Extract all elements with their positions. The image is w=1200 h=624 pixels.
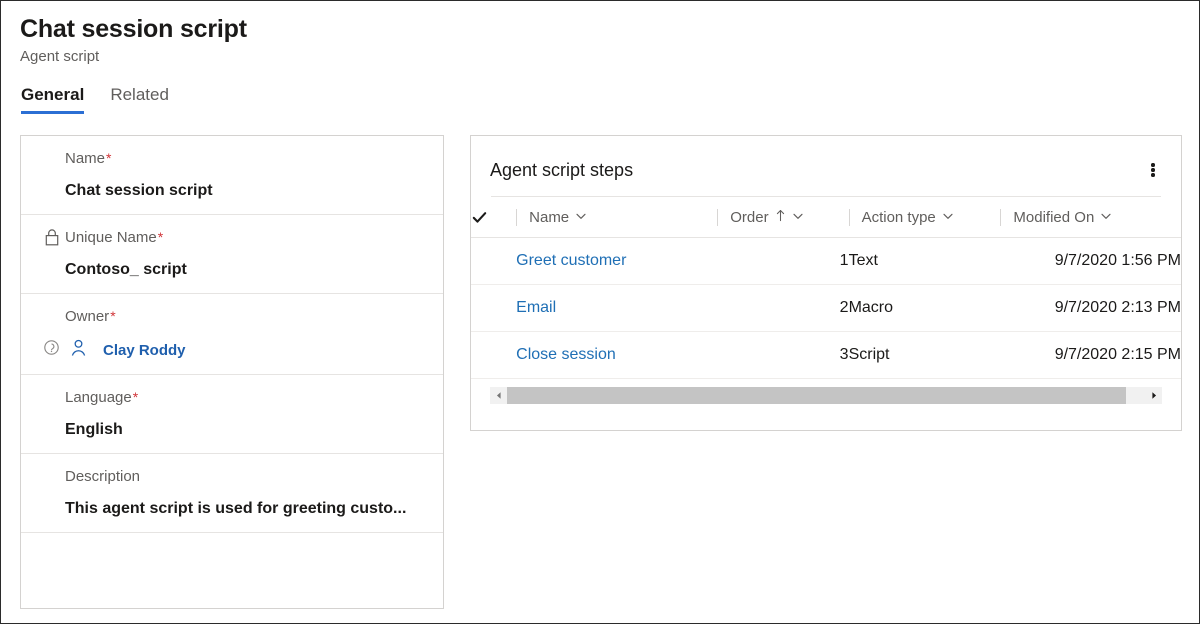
- column-header-action-type[interactable]: Action type: [849, 197, 1001, 238]
- tab-bar: General Related: [1, 68, 1199, 114]
- page-title: Chat session script: [20, 13, 1199, 45]
- tab-general[interactable]: General: [21, 85, 84, 114]
- row-name-cell[interactable]: Email: [516, 285, 717, 332]
- chevron-down-icon[interactable]: [942, 209, 954, 226]
- row-action-type-cell: Macro: [849, 285, 1001, 332]
- required-asterisk: *: [106, 148, 111, 169]
- recent-items-icon: [43, 339, 60, 361]
- row-modified-on-cell: 9/7/2020 2:15 PM: [1000, 332, 1181, 379]
- chevron-down-icon[interactable]: [1100, 209, 1112, 226]
- chevron-down-icon[interactable]: [792, 209, 804, 226]
- content-area: Name * Chat session script Unique Name *…: [1, 114, 1199, 609]
- field-name-label: Name *: [65, 148, 425, 169]
- column-header-modified-on[interactable]: Modified On: [1000, 197, 1181, 238]
- column-header-order-label: Order: [730, 209, 768, 226]
- general-form-panel: Name * Chat session script Unique Name *…: [20, 135, 444, 609]
- owner-value-row[interactable]: Clay Roddy: [43, 338, 425, 362]
- field-description-value[interactable]: This agent script is used for greeting c…: [65, 497, 425, 520]
- table-row[interactable]: Greet customer 1 Text 9/7/2020 1:56 PM: [471, 238, 1181, 285]
- table-row[interactable]: Close session 3 Script 9/7/2020 2:15 PM: [471, 332, 1181, 379]
- field-owner-label-text: Owner: [65, 306, 109, 327]
- scrollbar-thumb[interactable]: [507, 387, 1126, 404]
- grid-header: Agent script steps: [471, 136, 1181, 184]
- table-header-row: Name Order: [471, 197, 1181, 238]
- scroll-left-arrow-icon[interactable]: [490, 387, 507, 404]
- column-header-name-label: Name: [529, 209, 569, 226]
- grid-title: Agent script steps: [490, 158, 633, 183]
- tab-related[interactable]: Related: [110, 85, 169, 114]
- row-modified-on-cell: 9/7/2020 2:13 PM: [1000, 285, 1181, 332]
- row-select-cell[interactable]: [471, 332, 516, 379]
- required-asterisk: *: [110, 306, 115, 327]
- page-header: Chat session script Agent script: [1, 1, 1199, 68]
- field-unique-name-label: Unique Name *: [65, 227, 425, 248]
- field-unique-name-label-text: Unique Name: [65, 227, 157, 248]
- table-header: Name Order: [471, 197, 1181, 238]
- row-select-cell[interactable]: [471, 238, 516, 285]
- person-icon: [69, 338, 88, 362]
- table-row[interactable]: Email 2 Macro 9/7/2020 2:13 PM: [471, 285, 1181, 332]
- column-header-name[interactable]: Name: [516, 197, 717, 238]
- row-order-cell: 2: [717, 285, 848, 332]
- scrollbar-track[interactable]: [507, 387, 1145, 404]
- table-body: Greet customer 1 Text 9/7/2020 1:56 PM E…: [471, 238, 1181, 379]
- field-owner-label: Owner *: [65, 306, 425, 327]
- field-language[interactable]: Language * English: [21, 375, 443, 454]
- row-name-link[interactable]: Email: [516, 299, 556, 316]
- required-asterisk: *: [133, 387, 138, 408]
- row-name-cell[interactable]: Close session: [516, 332, 717, 379]
- row-name-link[interactable]: Close session: [516, 346, 616, 363]
- agent-script-steps-table: Name Order: [471, 197, 1181, 379]
- select-all-checkmark-icon[interactable]: [471, 209, 488, 226]
- column-header-action-type-label: Action type: [862, 209, 936, 226]
- row-select-cell[interactable]: [471, 285, 516, 332]
- field-language-label: Language *: [65, 387, 425, 408]
- row-modified-on-cell: 9/7/2020 1:56 PM: [1000, 238, 1181, 285]
- horizontal-scrollbar[interactable]: [490, 387, 1162, 404]
- row-order-cell: 1: [717, 238, 848, 285]
- lock-icon: [44, 228, 60, 246]
- row-name-cell[interactable]: Greet customer: [516, 238, 717, 285]
- sort-ascending-icon: [775, 209, 786, 226]
- column-header-select-all[interactable]: [471, 197, 516, 238]
- owner-link[interactable]: Clay Roddy: [103, 342, 186, 359]
- row-name-link[interactable]: Greet customer: [516, 252, 626, 269]
- field-language-value[interactable]: English: [65, 418, 425, 441]
- more-options-icon[interactable]: [1139, 156, 1167, 184]
- page-subtitle: Agent script: [20, 46, 1199, 68]
- required-asterisk: *: [158, 227, 163, 248]
- agent-script-steps-panel: Agent script steps: [470, 135, 1182, 431]
- column-header-modified-on-label: Modified On: [1013, 209, 1094, 226]
- field-language-label-text: Language: [65, 387, 132, 408]
- field-owner[interactable]: Owner * Clay Roddy: [21, 294, 443, 375]
- row-action-type-cell: Script: [849, 332, 1001, 379]
- field-unique-name[interactable]: Unique Name * Contoso_ script: [21, 215, 443, 294]
- chevron-down-icon[interactable]: [575, 209, 587, 226]
- row-order-cell: 3: [717, 332, 848, 379]
- field-unique-name-value[interactable]: Contoso_ script: [65, 258, 425, 281]
- field-name[interactable]: Name * Chat session script: [21, 136, 443, 215]
- field-name-label-text: Name: [65, 148, 105, 169]
- field-description-label: Description: [65, 466, 425, 487]
- column-header-order[interactable]: Order: [717, 197, 848, 238]
- scroll-right-arrow-icon[interactable]: [1145, 387, 1162, 404]
- row-action-type-cell: Text: [849, 238, 1001, 285]
- field-description-label-text: Description: [65, 466, 140, 487]
- field-description[interactable]: Description This agent script is used fo…: [21, 454, 443, 533]
- field-name-value[interactable]: Chat session script: [65, 179, 425, 202]
